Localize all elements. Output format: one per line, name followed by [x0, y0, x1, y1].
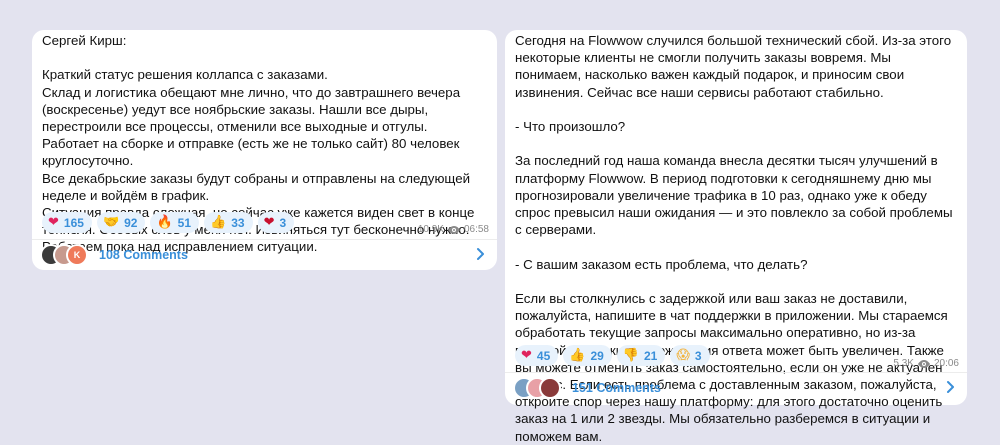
reaction-thumbs-up[interactable]: 👍 33	[204, 212, 253, 233]
reaction-thumbs-down[interactable]: 👎 21	[616, 345, 666, 366]
red-heart-icon: ❤	[521, 348, 532, 363]
reactions-bar: ❤ 45 👍 29 👎 21 😱 3	[515, 345, 710, 366]
reaction-red-heart[interactable]: ❤ 45	[515, 345, 559, 366]
comments-label: 108 Comments	[99, 248, 188, 262]
eye-icon	[447, 225, 460, 234]
post-meta: 10.9K 06:58	[418, 224, 489, 235]
reaction-count: 29	[590, 348, 604, 363]
reaction-count: 21	[644, 348, 658, 363]
reaction-count: 165	[63, 215, 84, 230]
screaming-face-icon: 😱	[676, 348, 690, 363]
avatar	[539, 377, 561, 399]
red-heart-icon: ❤	[48, 215, 59, 230]
avatar: K	[66, 244, 88, 266]
handshake-icon: 🤝	[102, 215, 120, 230]
post-meta: 5.3K 20:06	[893, 358, 959, 369]
comments-button[interactable]: K 108 Comments	[32, 239, 497, 271]
chevron-right-icon	[947, 381, 954, 393]
reaction-thumbs-up[interactable]: 👍 29	[563, 345, 612, 366]
commenter-avatars	[513, 377, 561, 399]
post-time: 06:58	[463, 224, 489, 235]
post-time: 20:06	[933, 358, 959, 369]
reaction-red-heart[interactable]: ❤ 165	[42, 212, 92, 233]
reaction-count: 3	[694, 348, 702, 363]
comments-button[interactable]: 151 Comments	[505, 372, 967, 404]
channel-post-2: Сегодня на Flowwow случился большой техн…	[505, 30, 967, 444]
reaction-screaming-face[interactable]: 😱 3	[670, 345, 710, 366]
channel-post-1: Сергей Кирш: Краткий статус решения колл…	[32, 30, 497, 270]
reaction-count: 33	[231, 215, 245, 230]
comments-label: 151 Comments	[572, 381, 661, 395]
reactions-bar: ❤ 165 🤝 92 🔥 51 👍 33 ❤ 3	[42, 212, 295, 233]
commenter-avatars: K	[40, 244, 88, 266]
heart-on-fire-icon: ❤	[263, 215, 275, 230]
thumbs-up-icon: 👍	[569, 348, 586, 363]
reaction-count: 45	[536, 348, 551, 363]
reaction-handshake[interactable]: 🤝 92	[96, 212, 146, 233]
fire-icon: 🔥	[156, 215, 173, 230]
reaction-count: 3	[279, 215, 287, 230]
eye-icon	[917, 359, 930, 368]
thumbs-down-icon: 👎	[622, 348, 639, 363]
thumbs-up-icon: 👍	[210, 215, 227, 230]
reaction-count: 92	[124, 215, 138, 230]
view-count: 10.9K	[417, 224, 444, 235]
reaction-heart-on-fire[interactable]: ❤ 3	[257, 212, 295, 233]
reaction-count: 51	[177, 215, 192, 230]
view-count: 5.3K	[893, 358, 914, 369]
chevron-right-icon	[477, 248, 484, 260]
reaction-fire[interactable]: 🔥 51	[150, 212, 200, 233]
